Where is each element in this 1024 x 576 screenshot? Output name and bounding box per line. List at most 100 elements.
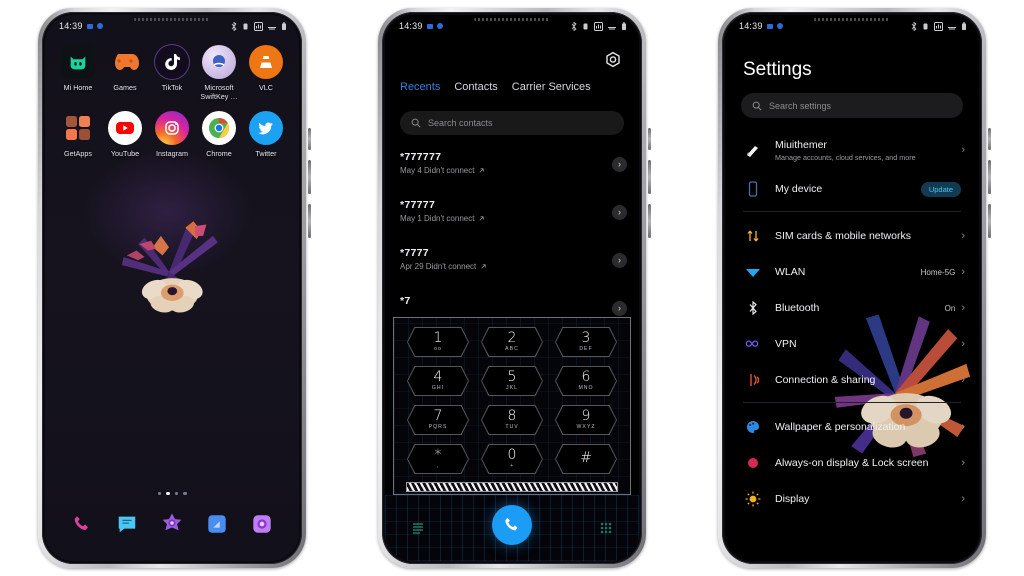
page-dot[interactable] <box>157 491 161 495</box>
games-icon <box>108 45 142 79</box>
page-dot[interactable] <box>183 491 187 495</box>
dock-messages-icon[interactable] <box>114 511 140 537</box>
call-details-button[interactable]: › <box>612 253 627 268</box>
dialpad-key-6[interactable]: 6 MNO <box>551 364 621 398</box>
settings-row-account[interactable]: Miuithemer Manage accounts, cloud servic… <box>725 129 979 171</box>
dock-phone-icon[interactable] <box>69 511 95 537</box>
status-right <box>231 21 287 31</box>
settings-row-connection-sharing[interactable]: Connection & sharing › <box>725 362 979 398</box>
dialer-bottom-bar <box>385 495 639 561</box>
tab-carrier-services[interactable]: Carrier Services <box>512 81 591 93</box>
app-vlc[interactable]: VLC <box>243 45 289 101</box>
call-log-list-icon[interactable] <box>411 521 425 535</box>
key-digit: 7 <box>433 408 443 425</box>
chevron-right-icon: › <box>961 456 965 469</box>
dialpad-key-7[interactable]: 7 PQRS <box>403 403 473 437</box>
call-log-list: *777777 May 4 Didn't connect › *77777 Ma… <box>400 145 627 337</box>
phone-bezel: 14:39 <box>382 12 642 564</box>
dialpad-key-3[interactable]: 3 DEF <box>551 325 621 359</box>
search-contacts-input[interactable]: Search contacts <box>400 111 624 135</box>
dialpad-grid-icon[interactable] <box>599 521 613 535</box>
volume-down-button[interactable] <box>988 204 991 238</box>
dialpad-grid: 1 oo 2 ABC 3 DEF 4 GHI 5 JKL 6 MNO 7 PQRS 8 TUV … <box>394 318 630 494</box>
chevron-right-icon: › <box>961 492 965 505</box>
dialpad-key-5[interactable]: 5 JKL <box>477 364 547 398</box>
search-settings-input[interactable]: Search settings <box>741 93 963 118</box>
call-details-button[interactable]: › <box>612 157 627 172</box>
dialpad-key-9[interactable]: 9 WXYZ <box>551 403 621 437</box>
key-letters: JKL <box>506 385 518 392</box>
app-swiftkey[interactable]: Microsoft SwiftKey … <box>196 45 242 101</box>
power-button[interactable] <box>988 128 991 150</box>
search-icon <box>411 118 421 128</box>
dialer-app: 14:39 Recents Contacts Carrier Services … <box>385 15 639 561</box>
settings-row-aod-lockscreen[interactable]: Always-on display & Lock screen › <box>725 445 979 481</box>
settings-row-display[interactable]: Display › <box>725 481 979 517</box>
settings-row-body: Wallpaper & personalization <box>763 421 961 433</box>
app-row-1: Mi Home Games TikTok Microsoft SwiftKey … <box>55 45 289 101</box>
page-dot[interactable] <box>174 491 178 495</box>
hex-gear-icon[interactable] <box>603 51 623 71</box>
app-tiktok[interactable]: TikTok <box>149 45 195 101</box>
volume-up-button[interactable] <box>308 160 311 194</box>
call-icon <box>505 517 518 531</box>
dialpad-key-star[interactable]: *, <box>403 442 473 476</box>
call-button[interactable] <box>492 505 532 545</box>
key-digit: # <box>580 450 592 466</box>
getapps-icon <box>61 111 95 145</box>
app-twitter[interactable]: Twitter <box>243 111 289 158</box>
tab-recents[interactable]: Recents <box>400 81 440 93</box>
settings-row-sim[interactable]: SIM cards & mobile networks › <box>725 218 979 254</box>
phone-home-screen: 14:39 Mi Home Games TikTok Microsoft Swi… <box>38 8 311 568</box>
tab-contacts[interactable]: Contacts <box>454 81 497 93</box>
key-digit: 6 <box>581 369 591 386</box>
dialpad-key-2[interactable]: 2 ABC <box>477 325 547 359</box>
call-log-row[interactable]: *77777 May 1 Didn't connect › <box>400 193 627 241</box>
dialpad-key-8[interactable]: 8 TUV <box>477 403 547 437</box>
update-badge[interactable]: Update <box>920 181 961 197</box>
settings-row-bluetooth[interactable]: Bluetooth On › <box>725 290 979 326</box>
call-details-button[interactable]: › <box>612 205 627 220</box>
app-mi-home[interactable]: Mi Home <box>55 45 101 101</box>
dialpad-key-1[interactable]: 1 oo <box>403 325 473 359</box>
settings-row-vpn[interactable]: VPN › <box>725 326 979 362</box>
volume-down-button[interactable] <box>308 204 311 238</box>
settings-description: Manage accounts, cloud services, and mor… <box>775 152 916 162</box>
app-label: Mi Home <box>63 83 93 92</box>
settings-row-wlan[interactable]: WLAN Home-5G › <box>725 254 979 290</box>
settings-row-my-device[interactable]: My device Update <box>725 171 979 207</box>
app-instagram[interactable]: Instagram <box>149 111 195 158</box>
app-games[interactable]: Games <box>102 45 148 101</box>
call-log-row[interactable]: *777777 May 4 Didn't connect › <box>400 145 627 193</box>
app-youtube[interactable]: YouTube <box>102 111 148 158</box>
dock-camera-star-icon[interactable] <box>159 511 185 537</box>
key-letters: PQRS <box>428 424 448 431</box>
dock-files-icon[interactable] <box>204 511 230 537</box>
volume-down-button[interactable] <box>648 204 651 238</box>
settings-row-wallpaper[interactable]: Wallpaper & personalization › <box>725 409 979 445</box>
app-chrome[interactable]: Chrome <box>196 111 242 158</box>
app-getapps[interactable]: GetApps <box>55 111 101 158</box>
settings-row-body: Connection & sharing <box>763 374 961 386</box>
call-details-button[interactable]: › <box>612 301 627 316</box>
volume-up-button[interactable] <box>988 160 991 194</box>
earpiece-speaker <box>814 18 890 21</box>
key-letters: + <box>509 463 514 470</box>
page-dot-active[interactable] <box>166 491 170 495</box>
settings-label: SIM cards & mobile networks <box>775 230 911 242</box>
signal-icon <box>934 21 943 31</box>
call-log-row[interactable]: *7777 Apr 29 Didn't connect › <box>400 241 627 289</box>
volume-up-button[interactable] <box>648 160 651 194</box>
vlc-icon <box>249 45 283 79</box>
outgoing-arrow-icon <box>481 264 486 269</box>
dialpad-key-0[interactable]: 0 + <box>477 442 547 476</box>
power-button[interactable] <box>308 128 311 150</box>
dialpad-key-4[interactable]: 4 GHI <box>403 364 473 398</box>
power-button[interactable] <box>648 128 651 150</box>
key-digit: 8 <box>507 408 517 425</box>
battery-icon <box>962 21 966 30</box>
signal-icon <box>594 21 603 31</box>
notification-icon <box>86 23 93 29</box>
dock-gallery-icon[interactable] <box>249 511 275 537</box>
dialpad-key-hash[interactable]: # <box>551 442 621 476</box>
